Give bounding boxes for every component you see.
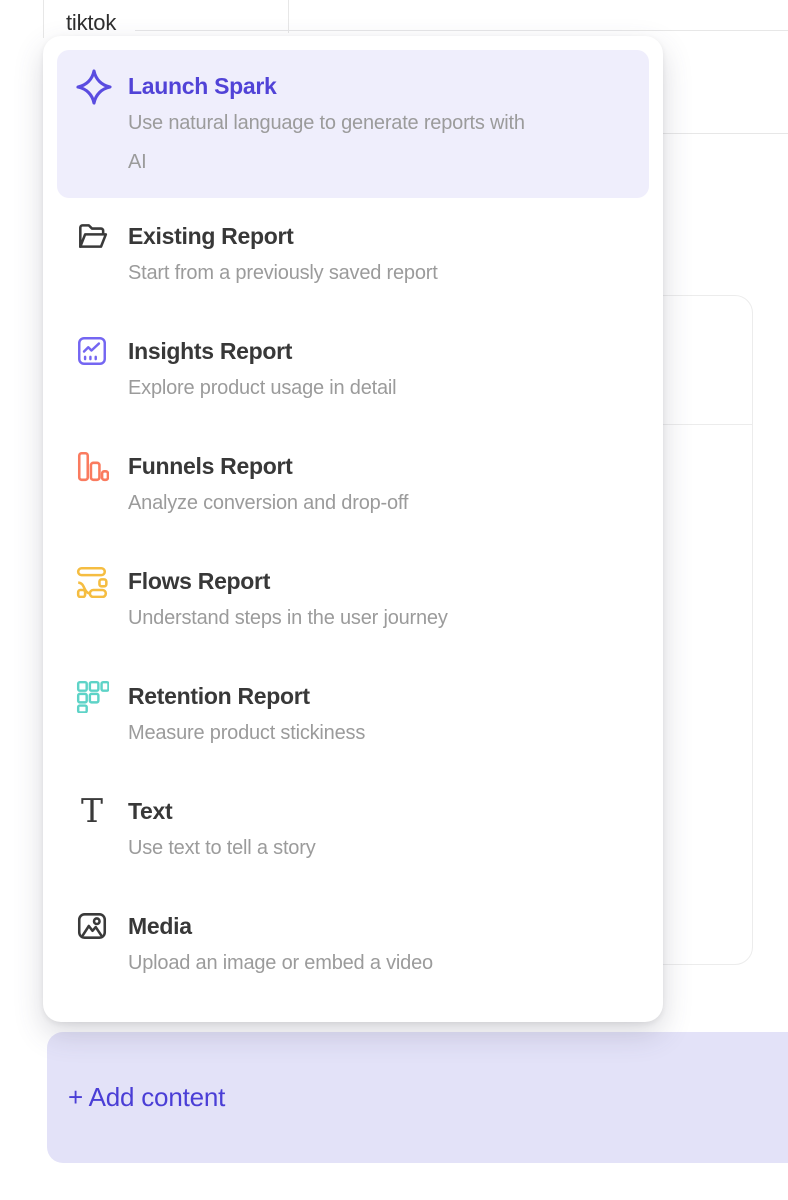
menu-item-title: Funnels Report: [128, 450, 631, 482]
menu-item-title: Flows Report: [128, 565, 631, 597]
menu-item-media[interactable]: Media Upload an image or embed a video: [57, 890, 649, 1005]
spark-icon: [75, 70, 113, 104]
menu-item-desc: Use text to tell a story: [128, 829, 631, 868]
add-content-label: + Add content: [68, 1082, 225, 1113]
menu-item-retention-report[interactable]: Retention Report Measure product stickin…: [57, 660, 649, 775]
menu-item-desc: Measure product stickiness: [128, 714, 631, 753]
menu-item-insights-report[interactable]: Insights Report Explore product usage in…: [57, 315, 649, 430]
bg-gridline-horizontal: [663, 133, 788, 134]
bg-gridline-vertical: [288, 0, 289, 33]
bg-gridline-horizontal: [135, 30, 788, 31]
add-content-button[interactable]: + Add content: [47, 1032, 788, 1163]
menu-item-desc: Upload an image or embed a video: [128, 944, 631, 983]
menu-item-desc: Start from a previously saved report: [128, 254, 631, 293]
menu-item-desc: Understand steps in the user journey: [128, 599, 631, 638]
insights-chart-icon: [75, 334, 109, 368]
menu-item-title: Existing Report: [128, 220, 631, 252]
menu-item-title: Insights Report: [128, 335, 631, 367]
menu-item-funnels-report[interactable]: Funnels Report Analyze conversion and dr…: [57, 430, 649, 545]
menu-item-flows-report[interactable]: Flows Report Understand steps in the use…: [57, 545, 649, 660]
menu-item-existing-report[interactable]: Existing Report Start from a previously …: [57, 200, 649, 315]
text-icon-glyph: T: [81, 794, 103, 828]
menu-item-desc: Explore product usage in detail: [128, 369, 631, 408]
menu-item-launch-spark[interactable]: Launch Spark Use natural language to gen…: [57, 50, 649, 198]
retention-grid-icon: [75, 679, 109, 713]
menu-item-title: Media: [128, 910, 631, 942]
background-row-label: tiktok: [66, 10, 116, 36]
menu-item-text[interactable]: T Text Use text to tell a story: [57, 775, 649, 890]
bg-gridline-vertical: [43, 0, 44, 38]
text-icon: T: [75, 794, 109, 828]
page: { "background": { "partial_row_label": "…: [0, 0, 788, 1200]
folder-open-icon: [75, 219, 109, 253]
menu-item-desc-line2: AI: [128, 143, 631, 182]
menu-item-desc: Analyze conversion and drop-off: [128, 484, 631, 523]
menu-item-title: Retention Report: [128, 680, 631, 712]
media-image-icon: [75, 909, 109, 943]
add-content-menu: Launch Spark Use natural language to gen…: [43, 36, 663, 1022]
menu-item-desc: Use natural language to generate reports…: [128, 104, 631, 143]
menu-item-title: Text: [128, 795, 631, 827]
menu-item-title: Launch Spark: [128, 70, 631, 102]
flows-icon: [75, 564, 109, 598]
funnel-bars-icon: [75, 449, 109, 483]
